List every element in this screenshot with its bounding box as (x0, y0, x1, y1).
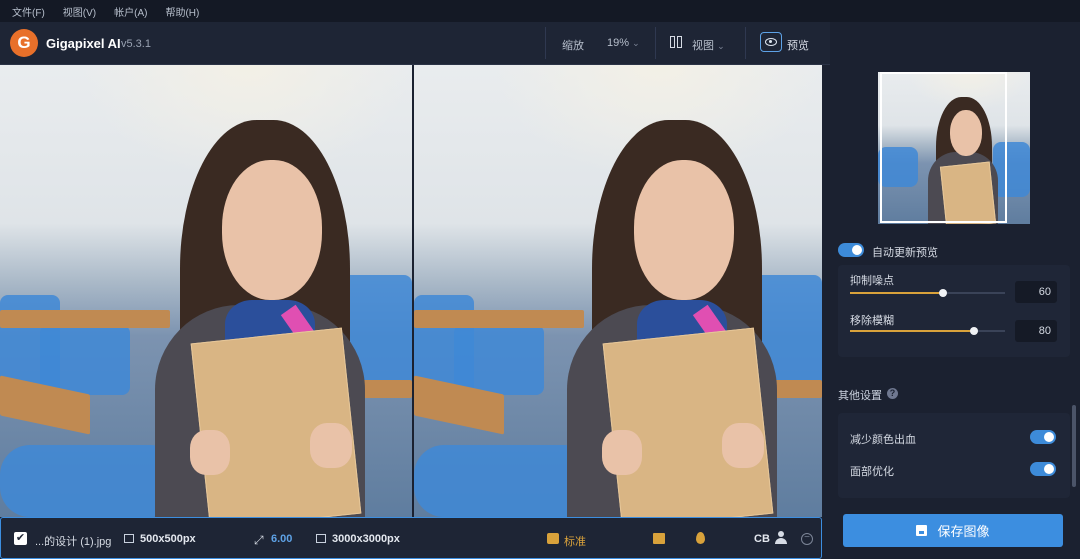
output-size-icon (316, 534, 326, 543)
navigator-viewport-frame[interactable] (880, 72, 1007, 223)
remove-blur-slider-handle[interactable] (970, 327, 978, 335)
save-image-button[interactable]: 保存图像 (843, 514, 1063, 547)
auto-update-label: 自动更新预览 (872, 247, 938, 259)
other-settings-title: 其他设置 (838, 390, 882, 402)
other-settings-card (838, 413, 1070, 498)
toolbar-divider (655, 27, 656, 59)
hand-shape (602, 430, 642, 475)
enhanced-image-pane[interactable] (414, 65, 822, 517)
app-version: v5.3.1 (121, 38, 151, 50)
remove-blur-fill (850, 330, 974, 332)
color-bleed-indicator: CB (754, 533, 770, 545)
input-size-icon (124, 534, 134, 543)
scale-value[interactable]: 6.00 (271, 533, 292, 545)
save-image-label: 保存图像 (937, 524, 990, 539)
zoom-label: 缩放 (562, 40, 584, 52)
face-shape (222, 160, 322, 300)
filename: ...的设计 (1).jpg (35, 536, 112, 548)
hand-shape (190, 430, 230, 475)
menu-file[interactable]: 文件(F) (12, 4, 45, 19)
panel-scrollbar[interactable] (1072, 405, 1076, 487)
face-refinement-label: 面部优化 (850, 466, 894, 478)
toolbar-divider (545, 27, 546, 59)
view-select[interactable]: 视图 ⌄ (692, 37, 725, 53)
floppy-disk-icon (916, 525, 928, 536)
input-size: 500x500px (140, 533, 196, 545)
face-refinement-toggle[interactable] (1030, 462, 1056, 476)
expand-icon: ⤢ (254, 533, 264, 547)
remove-blur-label: 移除模糊 (850, 315, 894, 327)
suppress-noise-slider-handle[interactable] (939, 289, 947, 297)
menu-account[interactable]: 帐户(A) (114, 4, 147, 19)
help-icon[interactable]: ? (887, 388, 898, 399)
split-view-icon[interactable] (670, 36, 683, 48)
original-image-pane[interactable] (0, 65, 412, 517)
image-type-icon[interactable] (653, 533, 665, 544)
remove-blur-value[interactable]: 80 (1015, 320, 1057, 342)
zoom-select[interactable]: 19% ⌄ (607, 37, 640, 49)
preview-button[interactable] (760, 32, 782, 52)
desk-shape (360, 380, 412, 398)
chair-shape (40, 325, 130, 395)
desk-shape (0, 310, 170, 328)
eye-icon (765, 38, 777, 46)
color-drop-icon[interactable] (696, 532, 705, 544)
app-logo-icon: G (10, 29, 38, 57)
chair-shape (454, 325, 544, 395)
ai-model-icon (547, 533, 559, 544)
image-select-checkbox[interactable]: ✔ (14, 532, 27, 545)
remove-image-icon[interactable]: − (801, 533, 813, 545)
view-label: 视图 (692, 40, 714, 52)
suppress-noise-label: 抑制噪点 (850, 275, 894, 287)
suppress-noise-value[interactable]: 60 (1015, 281, 1057, 303)
reduce-color-bleed-toggle[interactable] (1030, 430, 1056, 444)
chevron-down-icon: ⌄ (632, 38, 640, 48)
zoom-value: 19% (607, 37, 630, 49)
desk-shape (774, 380, 822, 398)
face-shape (634, 160, 734, 300)
menu-help[interactable]: 帮助(H) (165, 4, 199, 19)
menu-bar: 文件(F) 视图(V) 帐户(A) 帮助(H) (0, 0, 1080, 22)
chair-shape (0, 445, 180, 517)
chevron-down-icon: ⌄ (717, 41, 725, 51)
hand-shape (722, 423, 764, 468)
face-person-icon (775, 531, 787, 544)
preview-label: 预览 (787, 40, 809, 52)
output-size[interactable]: 3000x3000px (332, 533, 400, 545)
desk-shape (414, 310, 584, 328)
app-name: Gigapixel AI (46, 36, 121, 51)
auto-update-toggle[interactable] (838, 243, 864, 257)
ai-model-label[interactable]: 标准 (564, 533, 586, 549)
suppress-noise-fill (850, 292, 943, 294)
toolbar-divider (745, 27, 746, 59)
menu-view[interactable]: 视图(V) (63, 4, 96, 19)
hand-shape (310, 423, 352, 468)
reduce-color-bleed-label: 减少颜色出血 (850, 434, 916, 446)
